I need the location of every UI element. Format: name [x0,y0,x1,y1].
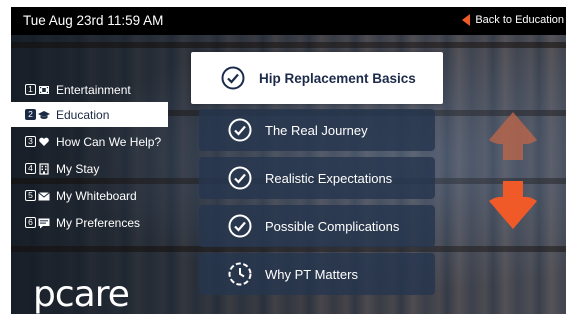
envelope-icon [38,191,50,200]
sidebar-item-label: My Preferences [56,215,141,230]
sidebar-item-label: My Whiteboard [56,188,137,203]
graduation-cap-icon [38,110,50,119]
lesson-possible-complications[interactable]: Possible Complications [199,205,435,247]
sidebar-item-label: How Can We Help? [56,134,162,149]
nav-number: 4 [25,163,36,174]
check-circle-icon [228,166,252,190]
sidebar-item-education[interactable]: 2 Education [11,102,168,127]
sidebar-item-help[interactable]: 3 How Can We Help? [11,129,168,154]
sidebar-item-preferences[interactable]: 6 My Preferences [11,210,168,235]
sidebar-item-label: Entertainment [56,82,131,97]
tv-screen: Tue Aug 23rd 11:59 AM Back to Education … [11,7,566,314]
heart-hand-icon [39,137,49,146]
check-circle-icon [221,66,245,90]
datetime-label: Tue Aug 23rd 11:59 AM [23,13,164,28]
sidebar-nav: 1 Entertainment 2 Education 3 How Can We… [11,35,171,314]
lesson-label: Why PT Matters [265,266,358,282]
logo-text: pcare [33,274,129,314]
clock-dashed-icon [228,262,252,286]
sidebar-item-label: My Stay [56,161,100,176]
status-bar: Tue Aug 23rd 11:59 AM Back to Education [11,7,566,35]
lesson-label: The Real Journey [265,122,368,138]
lesson-label: Possible Complications [265,218,400,234]
film-icon [39,85,49,94]
lesson-realistic-expectations[interactable]: Realistic Expectations [199,157,435,199]
arrow-up-icon[interactable] [487,110,539,162]
arrow-down-icon[interactable] [487,179,539,231]
lesson-label: Realistic Expectations [265,170,393,186]
check-circle-icon [228,118,252,142]
pcare-logo: pcare [33,274,130,314]
nav-number: 5 [25,190,36,201]
nav-number: 1 [25,84,36,95]
nav-number: 2 [25,109,36,120]
lesson-why-pt-matters[interactable]: Why PT Matters [199,253,435,295]
lesson-the-real-journey[interactable]: The Real Journey [199,109,435,151]
topic-title-label: Hip Replacement Basics [259,70,416,86]
sidebar-item-entertainment[interactable]: 1 Entertainment [11,77,168,102]
back-button[interactable]: Back to Education [461,14,564,26]
building-icon [39,162,49,175]
sidebar-item-whiteboard[interactable]: 5 My Whiteboard [11,183,168,208]
sidebar-item-my-stay[interactable]: 4 My Stay [11,156,168,181]
nav-number: 6 [25,217,36,228]
nav-number: 3 [25,136,36,147]
chat-icon [38,218,50,228]
check-circle-icon [228,214,252,238]
sidebar-item-label: Education [56,107,110,122]
topic-hip-replacement-basics[interactable]: Hip Replacement Basics [191,52,443,104]
back-arrow-icon [462,14,471,26]
back-label: Back to Education [475,14,564,26]
